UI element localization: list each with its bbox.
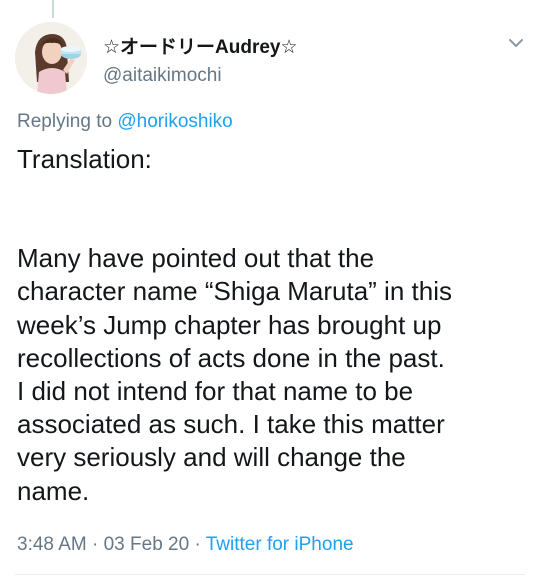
tweet-body-line: week’s Jump chapter has brought up [17, 309, 442, 340]
replying-to-line: Replying to @horikoshiko [17, 111, 233, 133]
tweet-body: Translation: Many have pointed out that … [17, 143, 532, 508]
display-name[interactable]: ☆オードリーAudrey☆ [103, 32, 298, 59]
tweet-body-line: I did not intend for that name to be [17, 376, 414, 407]
tweet-metadata: 3:48 AM · 03 Feb 20 · Twitter for iPhone [17, 534, 354, 556]
tweet-body-title: Translation: [17, 144, 152, 174]
thread-connector-line [52, 0, 54, 18]
tweet-source-link[interactable]: Twitter for iPhone [206, 534, 354, 555]
tweet-body-line: name. [17, 475, 90, 506]
tweet-time[interactable]: 3:48 AM [17, 534, 87, 555]
meta-separator: · [86, 534, 104, 555]
replying-to-label: Replying to [17, 111, 118, 132]
tweet-body-line: character name “Shiga Maruta” in this [17, 276, 452, 307]
tweet-body-line: associated as such. I take this matter [17, 409, 445, 440]
tweet-body-line: recollections of acts done in the past. [17, 342, 445, 373]
tweet-body-line: Many have pointed out that the [17, 243, 375, 274]
avatar-photo [15, 22, 87, 94]
meta-separator: · [189, 534, 206, 555]
chevron-down-icon [509, 39, 523, 47]
replying-to-link[interactable]: @horikoshiko [117, 111, 232, 132]
tweet-body-line: very seriously and will change the [17, 442, 406, 473]
user-handle[interactable]: @aitaikimochi [103, 65, 222, 87]
divider [15, 574, 525, 575]
tweet-menu-button[interactable] [505, 32, 527, 54]
avatar[interactable] [15, 22, 87, 94]
tweet-date[interactable]: 03 Feb 20 [104, 534, 190, 555]
